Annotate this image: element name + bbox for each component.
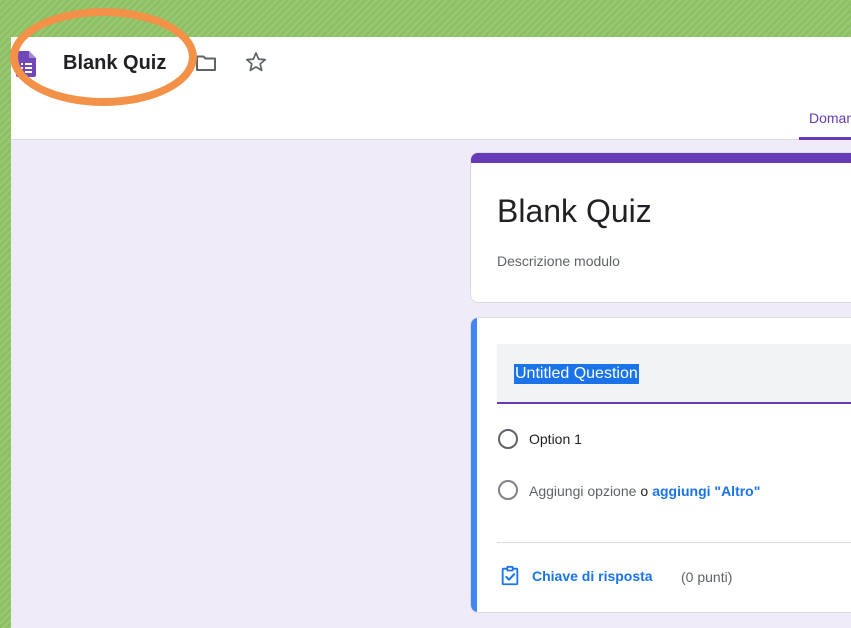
editor-header: Blank Quiz Domande xyxy=(11,37,851,140)
question-title-input[interactable]: Untitled Question xyxy=(497,344,851,404)
google-forms-app: Blank Quiz Domande Blank Quiz Descrizion… xyxy=(11,37,851,628)
points-label: (0 punti) xyxy=(681,569,733,585)
document-title[interactable]: Blank Quiz xyxy=(63,51,166,75)
question-focus-indicator xyxy=(471,318,477,612)
option-1-label[interactable]: Option 1 xyxy=(529,431,582,447)
question-title-text[interactable]: Untitled Question xyxy=(514,364,639,384)
add-option-row: Aggiungi opzione o aggiungi "Altro" xyxy=(529,483,760,499)
form-title[interactable]: Blank Quiz xyxy=(497,191,652,231)
or-label: o xyxy=(640,483,649,499)
card-divider xyxy=(497,542,851,543)
answer-key-label: Chiave di risposta xyxy=(532,568,653,584)
folder-icon[interactable] xyxy=(194,51,218,75)
answer-key-button[interactable]: Chiave di risposta xyxy=(499,564,653,588)
add-option-button[interactable]: Aggiungi opzione xyxy=(529,483,636,499)
radio-icon xyxy=(498,429,518,449)
radio-icon xyxy=(498,480,518,500)
form-description-field[interactable]: Descrizione modulo xyxy=(497,253,620,269)
star-icon[interactable] xyxy=(244,50,268,74)
assignment-check-icon xyxy=(501,565,519,586)
tab-questions[interactable]: Domande xyxy=(799,97,851,140)
form-accent-bar xyxy=(471,153,851,163)
google-forms-icon[interactable] xyxy=(16,51,36,77)
add-other-link[interactable]: aggiungi "Altro" xyxy=(652,483,760,499)
form-title-card: Blank Quiz Descrizione modulo xyxy=(470,152,851,303)
question-card[interactable]: Untitled Question Option 1 Aggiungi opzi… xyxy=(470,317,851,613)
